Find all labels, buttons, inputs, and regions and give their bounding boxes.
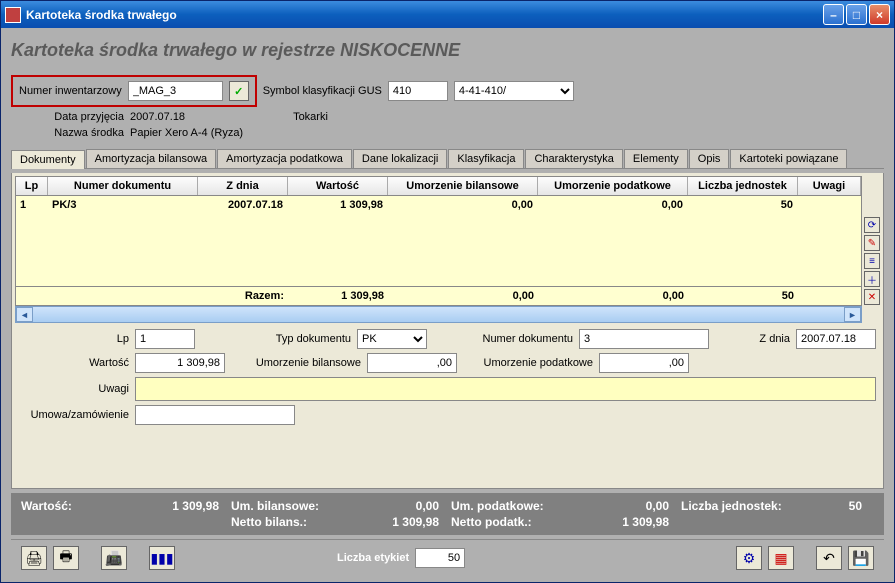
- refresh-icon[interactable]: ⟳: [864, 217, 880, 233]
- detail-form: Lp Typ dokumentu PK Numer dokumentu Z dn…: [15, 323, 880, 431]
- inventory-lookup-button[interactable]: ✓: [229, 81, 249, 101]
- gus-code-input[interactable]: [388, 81, 448, 101]
- etyk-input[interactable]: [415, 548, 465, 568]
- scanner-icon: 📠: [105, 550, 122, 567]
- summary-bar: Wartość: 1 309,98 Um. bilansowe: 0,00 Um…: [11, 493, 884, 535]
- print2-button[interactable]: 🖶: [53, 546, 79, 570]
- wa-input[interactable]: [135, 353, 225, 373]
- close-button[interactable]: ×: [869, 4, 890, 25]
- print-button[interactable]: 🖨: [21, 546, 47, 570]
- tab-amortyzacja-bilansowa[interactable]: Amortyzacja bilansowa: [86, 149, 217, 168]
- date-value: 2007.07.18: [130, 111, 185, 123]
- tab-klasyfikacja[interactable]: Klasyfikacja: [448, 149, 524, 168]
- minimize-button[interactable]: –: [823, 4, 844, 25]
- inventory-group: Numer inwentarzowy ✓: [11, 75, 257, 107]
- printer-icon: 🖨: [25, 550, 43, 567]
- gus-combo[interactable]: 4-41-410/: [454, 81, 574, 101]
- delete-icon[interactable]: ✕: [864, 289, 880, 305]
- zd-label: Z dnia: [715, 333, 790, 345]
- list-icon[interactable]: ≡: [864, 253, 880, 269]
- etyk-label: Liczba etykiet: [337, 552, 409, 564]
- sum-wa-value: 1 309,98: [121, 499, 231, 513]
- sum-nb-value: 1 309,98: [361, 515, 451, 529]
- tokarki-label: Tokarki: [293, 111, 328, 123]
- table-row[interactable]: 1 PK/3 2007.07.18 1 309,98 0,00 0,00 50: [16, 196, 861, 214]
- add-icon[interactable]: ＋: [864, 271, 880, 287]
- edit-icon[interactable]: ✎: [864, 235, 880, 251]
- gears-icon: ⚙: [743, 550, 756, 567]
- uwagi-input[interactable]: [135, 377, 876, 401]
- grid-side-buttons: ⟳ ✎ ≡ ＋ ✕: [862, 176, 880, 323]
- sum-nb-label: Netto bilans.:: [231, 515, 361, 529]
- barcode-button[interactable]: ▮▮▮: [149, 546, 175, 570]
- sum-np-label: Netto podatk.:: [451, 515, 581, 529]
- grid-icon: ▦: [774, 550, 787, 567]
- inventory-input[interactable]: [128, 81, 223, 101]
- lp-input[interactable]: [135, 329, 195, 349]
- sum-up-label: Um. podatkowe:: [451, 499, 581, 513]
- uwagi-label: Uwagi: [19, 383, 129, 395]
- scroll-right-icon[interactable]: ►: [844, 307, 861, 322]
- sum-up-value: 0,00: [581, 499, 681, 513]
- tab-charakterystyka[interactable]: Charakterystyka: [525, 149, 622, 168]
- printer-icon: 🖶: [59, 546, 72, 570]
- inventory-label: Numer inwentarzowy: [19, 85, 122, 97]
- num-input[interactable]: [579, 329, 709, 349]
- ub-input[interactable]: [367, 353, 457, 373]
- wa-label: Wartość: [19, 357, 129, 369]
- grid-summary-row: Razem: 1 309,98 0,00 0,00 50: [16, 286, 861, 305]
- save-button[interactable]: 💾: [848, 546, 874, 570]
- zd-input[interactable]: [796, 329, 876, 349]
- maximize-button[interactable]: □: [846, 4, 867, 25]
- grid-button[interactable]: ▦: [768, 546, 794, 570]
- scroll-left-icon[interactable]: ◄: [16, 307, 33, 322]
- typ-label: Typ dokumentu: [201, 333, 351, 345]
- gears-button[interactable]: ⚙: [736, 546, 762, 570]
- barcode-icon: ▮▮▮: [150, 550, 173, 567]
- check-icon: ✓: [234, 85, 243, 98]
- umowa-label: Umowa/zamówienie: [19, 409, 129, 421]
- sum-lj-label: Liczba jednostek:: [681, 499, 824, 513]
- ub-label: Umorzenie bilansowe: [231, 357, 361, 369]
- tab-elementy[interactable]: Elementy: [624, 149, 688, 168]
- umowa-input[interactable]: [135, 405, 295, 425]
- num-label: Numer dokumentu: [433, 333, 573, 345]
- name-label: Nazwa środka: [11, 127, 124, 139]
- up-label: Umorzenie podatkowe: [463, 357, 593, 369]
- typ-combo[interactable]: PK: [357, 329, 427, 349]
- undo-icon: ↶: [823, 550, 835, 567]
- documents-grid[interactable]: Lp Numer dokumentu Z dnia Wartość Umorze…: [15, 176, 862, 306]
- date-label: Data przyjęcia: [11, 111, 124, 123]
- sum-ub-value: 0,00: [361, 499, 451, 513]
- scan-button[interactable]: 📠: [101, 546, 127, 570]
- tab-strip: Dokumenty Amortyzacja bilansowa Amortyza…: [11, 149, 884, 169]
- content-area: Kartoteka środka trwałego w rejestrze NI…: [1, 28, 894, 582]
- bottom-toolbar: 🖨 🖶 📠 ▮▮▮ Liczba etykiet ⚙ ▦ ↶ 💾: [11, 539, 884, 576]
- page-title: Kartoteka środka trwałego w rejestrze NI…: [11, 40, 884, 61]
- tab-dane-lokalizacji[interactable]: Dane lokalizacji: [353, 149, 447, 168]
- gus-label: Symbol klasyfikacji GUS: [263, 85, 382, 97]
- grid-header: Lp Numer dokumentu Z dnia Wartość Umorze…: [16, 177, 861, 196]
- lp-label: Lp: [19, 333, 129, 345]
- up-input[interactable]: [599, 353, 689, 373]
- name-value: Papier Xero A-4 (Ryza): [130, 127, 243, 139]
- horizontal-scrollbar[interactable]: ◄ ►: [15, 306, 862, 323]
- undo-button[interactable]: ↶: [816, 546, 842, 570]
- tab-dokumenty[interactable]: Dokumenty: [11, 150, 85, 169]
- sum-wa-label: Wartość:: [21, 499, 121, 513]
- window-title: Kartoteka środka trwałego: [26, 8, 177, 22]
- save-icon: 💾: [852, 550, 869, 567]
- sum-lj-value: 50: [824, 499, 874, 513]
- sum-ub-label: Um. bilansowe:: [231, 499, 361, 513]
- sum-np-value: 1 309,98: [581, 515, 681, 529]
- app-window: Kartoteka środka trwałego – □ × Kartotek…: [0, 0, 895, 583]
- tab-amortyzacja-podatkowa[interactable]: Amortyzacja podatkowa: [217, 149, 352, 168]
- tab-body: Lp Numer dokumentu Z dnia Wartość Umorze…: [11, 173, 884, 489]
- tab-kartoteki-powiazane[interactable]: Kartoteki powiązane: [730, 149, 847, 168]
- app-icon: [5, 7, 21, 23]
- tab-opis[interactable]: Opis: [689, 149, 730, 168]
- titlebar: Kartoteka środka trwałego – □ ×: [1, 1, 894, 28]
